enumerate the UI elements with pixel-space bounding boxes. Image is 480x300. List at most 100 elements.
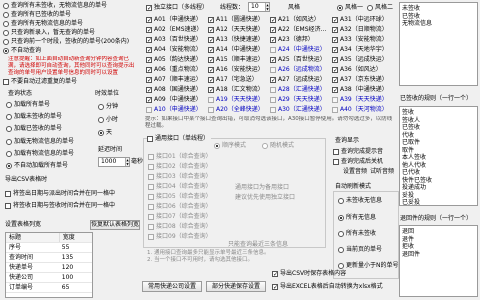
port-checkbox[interactable]: A19（天天快递） — [208, 96, 264, 104]
port-checkbox[interactable]: A38（中通快递） — [332, 86, 388, 94]
port-checkbox[interactable]: A18（汇文物流） — [208, 86, 264, 94]
port-checkbox[interactable]: A20（全峰快递） — [208, 106, 264, 114]
preview-audio-link[interactable]: 试听音频 — [370, 168, 394, 176]
port-checkbox[interactable]: A03（百世快递） — [146, 36, 202, 44]
port-checkbox[interactable]: A40（天河物流） — [332, 106, 388, 114]
port-checkbox[interactable]: A23（德邦） — [270, 36, 314, 44]
no-auto-load-option[interactable]: 不自动加载所有单号 — [6, 162, 68, 170]
port-checkbox[interactable]: A34（天地华宇） — [332, 46, 388, 54]
table-row[interactable]: 序号 55 — [6, 243, 92, 253]
port-checkbox[interactable]: A10（申通快递） — [146, 106, 202, 114]
common-couriers-button[interactable]: 常用快递公司设置 — [142, 281, 202, 292]
random-mode-option[interactable]: 随机模式 — [262, 142, 294, 150]
signed-rules-textarea[interactable]: 签收 签收人 已签收 代收 已取件 取件 本人签收 他人代收 已代收 快件已签收 投递成功 妥投 已妥投 — [399, 106, 478, 206]
refresh-current-page-option[interactable]: 当前页的单号 — [338, 246, 382, 254]
auto-xlsx-checkbox[interactable]: 导出EXCEL表格后自动转换为xlsx格式 — [272, 283, 383, 291]
general-port-checkbox[interactable]: 接口02（综合查询） — [148, 163, 212, 171]
load-all-option[interactable]: 加载所有单号 — [6, 101, 50, 109]
save-table-content-checkbox[interactable]: 导出CSV时保存表格内容 — [272, 270, 346, 278]
csv-merge-ship-checkbox[interactable]: 将签出日期与派出时间合并在同一格中 — [5, 190, 115, 198]
port-checkbox[interactable]: A17（宅急送） — [208, 76, 258, 84]
general-port-checkbox[interactable]: 接口09（综合查询） — [148, 233, 212, 241]
port-checkbox[interactable]: A27（远成快运） — [270, 76, 326, 84]
option-no-logistics[interactable]: 查询所有无物流信息的单号 — [3, 20, 83, 28]
port-checkbox[interactable]: A04（安能物流） — [146, 46, 202, 54]
unit-hour-option[interactable]: 小时 — [98, 116, 118, 124]
port-checkbox[interactable]: A05（韵达快递） — [146, 56, 202, 64]
port-checkbox[interactable]: A26（远成物流） — [270, 66, 326, 74]
general-port-checkbox[interactable]: 接口04（综合查询） — [148, 183, 212, 191]
csv-merge-sign-checkbox[interactable]: 将签收日期与签收时间合并在同一格中 — [5, 202, 115, 210]
port-checkbox[interactable]: A01（申通快递） — [146, 16, 202, 24]
restore-widths-button[interactable]: 恢复默认表格列宽 — [90, 220, 140, 230]
checkbox-icon — [208, 77, 214, 83]
load-signed-option[interactable]: 加载已签收的单号 — [6, 125, 62, 133]
unit-minute-option[interactable]: 分钟 — [98, 103, 118, 111]
unit-day-option[interactable]: 天 — [98, 129, 112, 137]
multi-thread-checkbox[interactable]: 独立接口（多线程） — [146, 4, 208, 12]
port-checkbox[interactable]: A32（日顺物流） — [332, 26, 388, 34]
port-checkbox[interactable]: A14（中通快递） — [208, 46, 264, 54]
table-row[interactable]: 订单编号 65 — [6, 283, 92, 293]
port-checkbox[interactable]: A33（安能物流） — [332, 36, 388, 44]
refresh-less-than-n-option[interactable]: 更新量小于N的单号 — [338, 262, 399, 270]
port-checkbox[interactable]: A24（中通快运） — [270, 46, 326, 54]
general-port-checkbox[interactable]: 接口07（综合查询） — [148, 213, 212, 221]
refresh-unsigned-option[interactable]: 未签收无信息 — [338, 197, 382, 205]
port-checkbox[interactable]: A28（汇通快递） — [270, 86, 326, 94]
option-new-only[interactable]: 只查询新录入，暂无查询的单号 — [3, 29, 95, 37]
port-checkbox[interactable]: A15（顺丰速运） — [208, 56, 264, 64]
general-port-checkbox[interactable]: 通用接口（单线程） — [147, 135, 212, 143]
table-row[interactable]: 查询时间 135 — [6, 253, 92, 263]
port-checkbox[interactable]: A39（天天快递） — [332, 96, 388, 104]
table-row[interactable]: 快递单号 120 — [6, 263, 92, 273]
port-checkbox[interactable]: A37（京东快递） — [332, 76, 388, 84]
partial-save-button[interactable]: 部分快递保存设置 — [206, 281, 266, 292]
shutdown-checkbox[interactable]: 查询完成后关机 — [333, 158, 383, 166]
load-unsigned-option[interactable]: 加载未签收的单号 — [6, 113, 62, 121]
option-no-auto[interactable]: 不自动查询 — [3, 47, 41, 55]
table-row[interactable]: 快递公司 100 — [6, 273, 92, 283]
general-port-checkbox[interactable]: 接口08（综合查询） — [148, 223, 212, 231]
port-checkbox[interactable]: A06（重点物流） — [146, 66, 202, 74]
port-checkbox[interactable]: A35（远成快运） — [332, 56, 388, 64]
port-checkbox[interactable]: A13（快捷速递） — [208, 36, 264, 44]
port-checkbox[interactable]: A12（天天快递） — [208, 26, 264, 34]
refresh-all-no-info-option[interactable]: 所有无信息 — [338, 214, 376, 222]
port-checkbox[interactable]: A07（顺丰速运） — [146, 76, 202, 84]
option-previous-period[interactable]: 只查询前一个时段，签收的的单号(200条内) — [3, 38, 129, 46]
general-port-checkbox[interactable]: 接口06（综合查询） — [148, 203, 212, 211]
spin-arrows-icon[interactable]: ▲ ▼ — [125, 158, 129, 166]
sequential-mode-option[interactable]: 顺序模式 — [214, 142, 246, 150]
completion-sound-checkbox[interactable]: 查询完成提示音 — [333, 148, 383, 156]
port-checkbox[interactable]: A31（中远环球） — [332, 16, 388, 24]
return-rules-textarea[interactable]: 退回 退件 拒收 退回件 — [399, 225, 478, 297]
port-checkbox[interactable]: A29（天天快递） — [270, 96, 326, 104]
thread-count-input[interactable]: 10 ▲ ▼ — [248, 2, 270, 12]
general-port-checkbox[interactable]: 接口01（综合查询） — [148, 153, 212, 161]
port-checkbox[interactable]: A21（如风达） — [270, 16, 320, 24]
set-audio-link[interactable]: 设置音频 — [343, 168, 367, 176]
port-checkbox[interactable]: A11（圆通快递） — [208, 16, 264, 24]
port-checkbox[interactable]: A25（百世快运） — [270, 56, 326, 64]
general-port-checkbox[interactable]: 接口03（综合查询） — [148, 173, 212, 181]
option-signed[interactable]: 查询所有已签收的单号 — [3, 11, 71, 19]
style-two-option[interactable]: 风格二 — [367, 4, 393, 12]
port-checkbox[interactable]: A30（汇通快递） — [270, 106, 326, 114]
no-filter-duplicates-checkbox[interactable]: 不要自动过滤重复的单号 — [3, 78, 77, 86]
spin-arrows-icon[interactable]: ▲ ▼ — [265, 3, 269, 11]
load-no-info-option[interactable]: 加载无物流信息的单号 — [6, 138, 74, 146]
port-checkbox[interactable]: A22（EMS经济... — [270, 26, 326, 34]
delay-input[interactable]: 1000 ▲ ▼ — [98, 157, 130, 167]
port-checkbox[interactable]: A09（中通快递） — [146, 96, 202, 104]
port-checkbox[interactable]: A08（国通快递） — [146, 86, 202, 94]
option-unsigned[interactable]: 查询所有未签收，无物流信息的单号 — [3, 2, 107, 10]
load-with-info-option[interactable]: 加载有物流信息的单号 — [6, 150, 74, 158]
port-checkbox[interactable]: A36（如风达） — [332, 66, 382, 74]
status-keywords-box[interactable]: 未签收 已签收 无物流信息 — [399, 2, 478, 86]
port-checkbox[interactable]: A16（安能快运） — [208, 66, 264, 74]
port-checkbox[interactable]: A02（EMS速递） — [146, 26, 203, 34]
refresh-all-unsigned-option[interactable]: 所有未签收 — [338, 230, 376, 238]
style-one-option[interactable]: 风格一 — [337, 4, 363, 12]
general-port-checkbox[interactable]: 接口05（综合查询） — [148, 193, 212, 201]
